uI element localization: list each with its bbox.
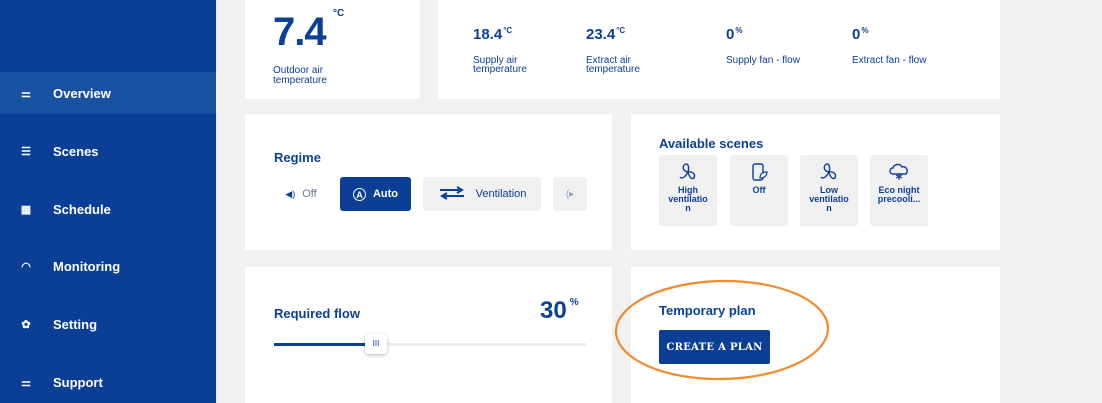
highlight-annotation [614,279,830,381]
